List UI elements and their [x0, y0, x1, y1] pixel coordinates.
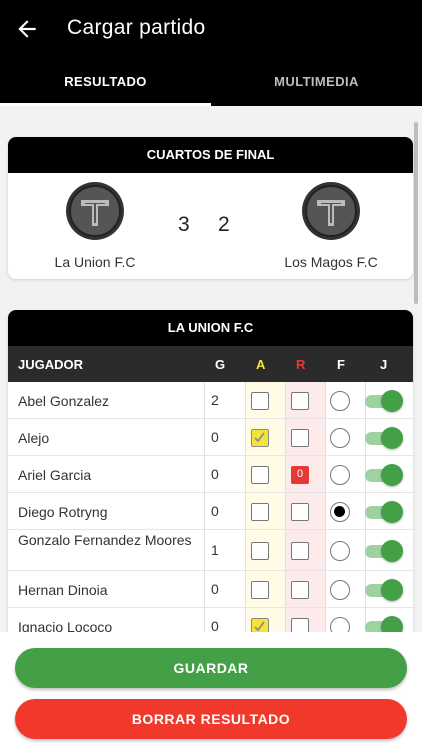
bottom-actions: GUARDAR BORRAR RESULTADO — [0, 632, 422, 750]
away-team: Los Magos F.C — [256, 181, 406, 270]
player-row: Alejo 0 — [8, 419, 413, 456]
player-name: Gonzalo Fernandez Moores — [18, 532, 192, 548]
player-name: Abel Gonzalez — [18, 392, 110, 409]
played-toggle[interactable] — [365, 578, 403, 601]
away-team-name: Los Magos F.C — [284, 254, 378, 270]
player-goals[interactable]: 0 — [211, 429, 219, 445]
player-goals[interactable]: 2 — [211, 392, 219, 408]
yellow-card-checkbox[interactable] — [251, 580, 269, 599]
tab-resultado[interactable]: RESULTADO — [0, 74, 211, 89]
arrow-left-icon[interactable] — [14, 16, 40, 42]
yellow-card-checkbox[interactable] — [251, 391, 269, 410]
page-title: Cargar partido — [67, 16, 206, 39]
player-name: Alejo — [18, 429, 50, 446]
away-score: 2 — [218, 213, 230, 236]
yellow-card-checkbox[interactable] — [251, 502, 269, 521]
player-goals[interactable]: 0 — [211, 581, 219, 597]
col-played: J — [380, 357, 388, 372]
home-score: 3 — [178, 213, 190, 236]
yellow-card-checkbox[interactable] — [251, 465, 269, 484]
app-bar: Cargar partido RESULTADO MULTIMEDIA — [0, 0, 422, 106]
col-goals: G — [215, 357, 226, 372]
col-featured: F — [337, 357, 345, 372]
clear-result-button[interactable]: BORRAR RESULTADO — [15, 699, 407, 739]
played-toggle[interactable] — [365, 500, 403, 523]
yellow-card-checkbox[interactable] — [251, 428, 269, 447]
save-button[interactable]: GUARDAR — [15, 648, 407, 688]
featured-player-radio[interactable] — [330, 464, 350, 485]
player-goals[interactable]: 1 — [211, 542, 219, 558]
featured-player-radio[interactable] — [330, 390, 350, 411]
red-card-checkbox[interactable] — [291, 391, 309, 410]
player-goals[interactable]: 0 — [211, 503, 219, 519]
red-card-checkbox[interactable] — [291, 541, 309, 560]
match-stage: CUARTOS DE FINAL — [8, 137, 413, 173]
scrollbar[interactable] — [414, 122, 418, 304]
tab-multimedia[interactable]: MULTIMEDIA — [211, 74, 422, 89]
home-team: La Union F.C — [20, 181, 170, 270]
featured-player-radio[interactable] — [330, 501, 350, 522]
roster-team-name: LA UNION F.C — [8, 310, 413, 346]
team-logo-icon — [66, 182, 124, 240]
played-toggle[interactable] — [365, 389, 403, 412]
played-toggle[interactable] — [365, 426, 403, 449]
roster-card: LA UNION F.C JUGADOR G A R F J Abel Gonz… — [8, 310, 413, 640]
red-card-checkbox[interactable] — [291, 502, 309, 521]
col-red: R — [296, 357, 306, 372]
player-row: Gonzalo Fernandez Moores 1 — [8, 530, 413, 571]
red-card-checkbox[interactable] — [291, 428, 309, 447]
featured-player-radio[interactable] — [330, 427, 350, 448]
player-row: Diego Rotryng 0 — [8, 493, 413, 530]
player-row: Ariel Garcia 0 0 — [8, 456, 413, 493]
red-card-checkbox[interactable] — [291, 580, 309, 599]
played-toggle[interactable] — [365, 463, 403, 486]
featured-player-radio[interactable] — [330, 540, 350, 561]
player-name: Hernan Dinoia — [18, 581, 108, 598]
team-logo-icon — [302, 182, 360, 240]
played-toggle[interactable] — [365, 539, 403, 562]
yellow-card-checkbox[interactable] — [251, 541, 269, 560]
tab-indicator — [0, 103, 211, 106]
col-yellow: A — [256, 357, 266, 372]
roster-header: JUGADOR G A R F J — [8, 346, 413, 382]
player-goals[interactable]: 0 — [211, 466, 219, 482]
player-row: Abel Gonzalez 2 — [8, 382, 413, 419]
col-player: JUGADOR — [18, 357, 84, 372]
red-card-checkbox[interactable]: 0 — [291, 465, 309, 484]
player-row: Hernan Dinoia 0 — [8, 571, 413, 608]
home-team-name: La Union F.C — [54, 254, 136, 270]
player-name: Diego Rotryng — [18, 503, 108, 520]
featured-player-radio[interactable] — [330, 579, 350, 600]
match-card: CUARTOS DE FINAL La Union F.C 3 2 Los Ma… — [8, 137, 413, 279]
player-name: Ariel Garcia — [18, 466, 92, 483]
